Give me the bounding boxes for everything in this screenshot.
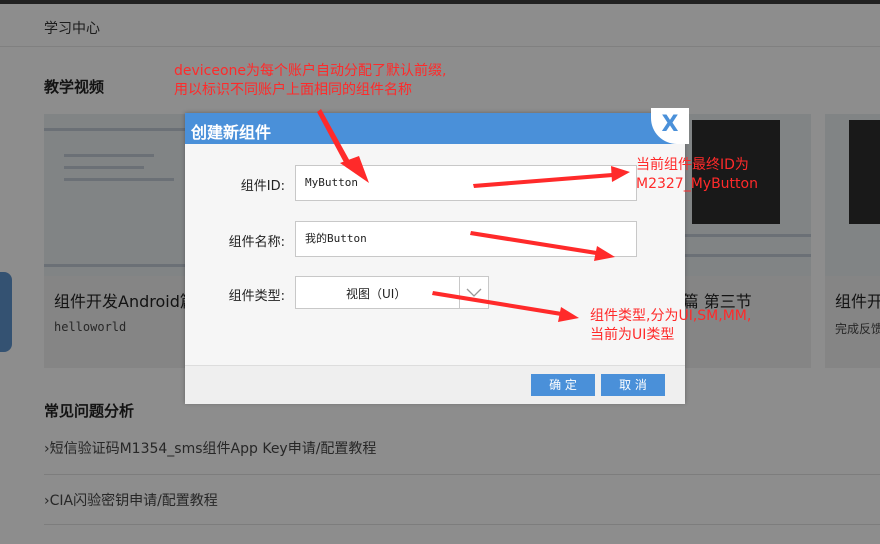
annotation-arrows [317, 109, 630, 322]
